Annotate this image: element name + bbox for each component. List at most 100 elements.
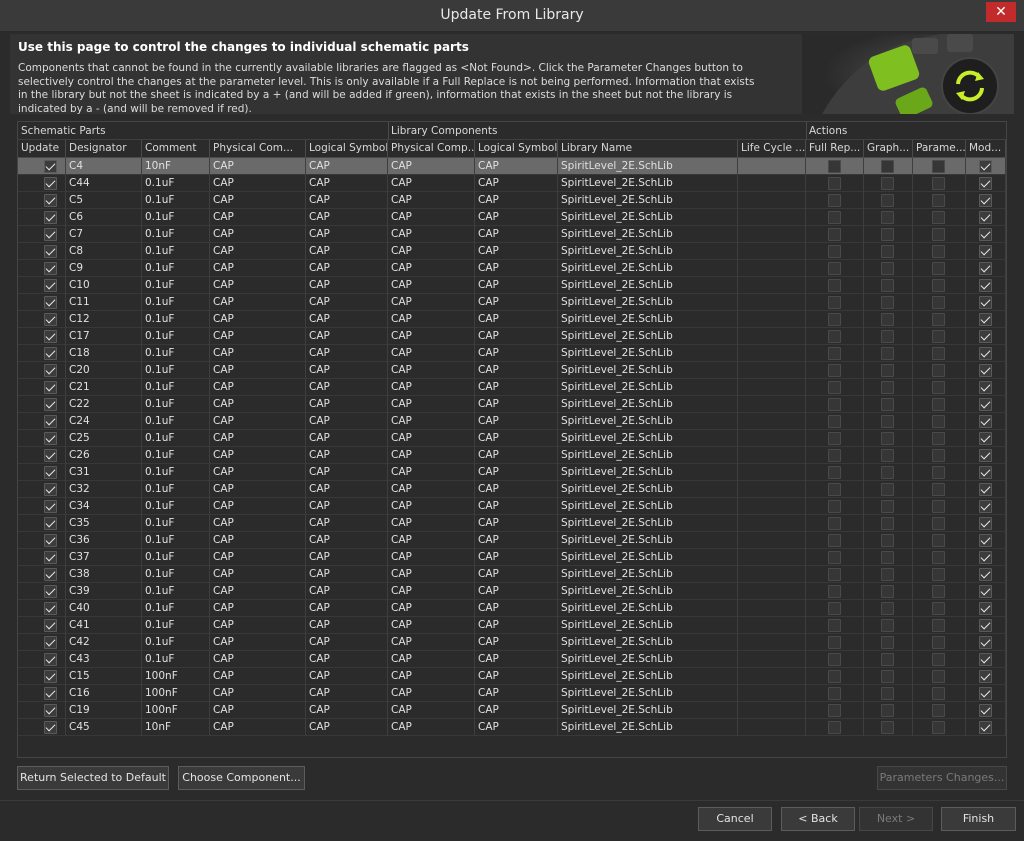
update-checkbox[interactable]	[44, 160, 57, 173]
back-button[interactable]: < Back	[781, 807, 855, 831]
graphical-checkbox[interactable]	[881, 585, 894, 598]
full-replace-checkbox[interactable]	[828, 432, 841, 445]
table-row[interactable]: C43 0.1uF CAP CAP CAP CAP SpiritLevel_2E.SchLi…	[18, 651, 1006, 668]
update-checkbox[interactable]	[44, 704, 57, 717]
modify-checkbox[interactable]	[979, 347, 992, 360]
modify-checkbox[interactable]	[979, 364, 992, 377]
modify-checkbox[interactable]	[979, 602, 992, 615]
update-checkbox[interactable]	[44, 534, 57, 547]
full-replace-checkbox[interactable]	[828, 160, 841, 173]
table-row[interactable]: C40 0.1uF CAP CAP CAP CAP SpiritLevel_2E.SchLi…	[18, 600, 1006, 617]
graphical-checkbox[interactable]	[881, 721, 894, 734]
full-replace-checkbox[interactable]	[828, 347, 841, 360]
update-checkbox[interactable]	[44, 262, 57, 275]
table-row[interactable]: C31 0.1uF CAP CAP CAP CAP SpiritLevel_2E.SchLi…	[18, 464, 1006, 481]
modify-checkbox[interactable]	[979, 228, 992, 241]
modify-checkbox[interactable]	[979, 670, 992, 683]
graphical-checkbox[interactable]	[881, 534, 894, 547]
modify-checkbox[interactable]	[979, 432, 992, 445]
modify-checkbox[interactable]	[979, 313, 992, 326]
update-checkbox[interactable]	[44, 619, 57, 632]
update-checkbox[interactable]	[44, 194, 57, 207]
update-checkbox[interactable]	[44, 636, 57, 649]
finish-button[interactable]: Finish	[941, 807, 1016, 831]
full-replace-checkbox[interactable]	[828, 721, 841, 734]
graphical-checkbox[interactable]	[881, 245, 894, 258]
parameters-checkbox[interactable]	[932, 381, 945, 394]
table-row[interactable]: C41 0.1uF CAP CAP CAP CAP SpiritLevel_2E.SchLi…	[18, 617, 1006, 634]
choose-component-button[interactable]: Choose Component...	[178, 766, 305, 790]
parameters-checkbox[interactable]	[932, 296, 945, 309]
modify-checkbox[interactable]	[979, 500, 992, 513]
update-checkbox[interactable]	[44, 296, 57, 309]
update-checkbox[interactable]	[44, 279, 57, 292]
graphical-checkbox[interactable]	[881, 483, 894, 496]
table-row[interactable]: C10 0.1uF CAP CAP CAP CAP SpiritLevel_2E.SchLi…	[18, 277, 1006, 294]
table-row[interactable]: C38 0.1uF CAP CAP CAP CAP SpiritLevel_2E.SchLi…	[18, 566, 1006, 583]
full-replace-checkbox[interactable]	[828, 500, 841, 513]
graphical-checkbox[interactable]	[881, 704, 894, 717]
graphical-checkbox[interactable]	[881, 517, 894, 530]
parameters-changes-button[interactable]: Parameters Changes...	[877, 766, 1007, 790]
update-checkbox[interactable]	[44, 449, 57, 462]
table-row[interactable]: C9 0.1uF CAP CAP CAP CAP SpiritLevel_2E.SchLib	[18, 260, 1006, 277]
full-replace-checkbox[interactable]	[828, 636, 841, 649]
graphical-checkbox[interactable]	[881, 500, 894, 513]
parameters-checkbox[interactable]	[932, 517, 945, 530]
table-row[interactable]: C36 0.1uF CAP CAP CAP CAP SpiritLevel_2E.SchLi…	[18, 532, 1006, 549]
parameters-checkbox[interactable]	[932, 551, 945, 564]
update-checkbox[interactable]	[44, 500, 57, 513]
parameters-checkbox[interactable]	[932, 415, 945, 428]
table-row[interactable]: C11 0.1uF CAP CAP CAP CAP SpiritLevel_2E.SchLi…	[18, 294, 1006, 311]
graphical-checkbox[interactable]	[881, 551, 894, 564]
modify-checkbox[interactable]	[979, 330, 992, 343]
header-col-designator[interactable]: Designator	[66, 140, 142, 158]
header-col-lib-logical-symbol[interactable]: Logical Symbol	[475, 140, 558, 158]
table-row[interactable]: C20 0.1uF CAP CAP CAP CAP SpiritLevel_2E.SchLi…	[18, 362, 1006, 379]
parameters-checkbox[interactable]	[932, 228, 945, 241]
parameters-checkbox[interactable]	[932, 432, 945, 445]
modify-checkbox[interactable]	[979, 262, 992, 275]
parameters-checkbox[interactable]	[932, 483, 945, 496]
full-replace-checkbox[interactable]	[828, 670, 841, 683]
table-row[interactable]: C25 0.1uF CAP CAP CAP CAP SpiritLevel_2E.SchLi…	[18, 430, 1006, 447]
update-checkbox[interactable]	[44, 228, 57, 241]
modify-checkbox[interactable]	[979, 517, 992, 530]
update-checkbox[interactable]	[44, 653, 57, 666]
graphical-checkbox[interactable]	[881, 687, 894, 700]
parameters-checkbox[interactable]	[932, 602, 945, 615]
parameters-checkbox[interactable]	[932, 568, 945, 581]
graphical-checkbox[interactable]	[881, 364, 894, 377]
update-checkbox[interactable]	[44, 585, 57, 598]
header-col-update[interactable]: Update	[18, 140, 66, 158]
update-checkbox[interactable]	[44, 381, 57, 394]
parameters-checkbox[interactable]	[932, 160, 945, 173]
update-checkbox[interactable]	[44, 330, 57, 343]
update-checkbox[interactable]	[44, 687, 57, 700]
graphical-checkbox[interactable]	[881, 466, 894, 479]
table-row[interactable]: C12 0.1uF CAP CAP CAP CAP SpiritLevel_2E.SchLi…	[18, 311, 1006, 328]
full-replace-checkbox[interactable]	[828, 194, 841, 207]
full-replace-checkbox[interactable]	[828, 330, 841, 343]
full-replace-checkbox[interactable]	[828, 313, 841, 326]
graphical-checkbox[interactable]	[881, 636, 894, 649]
parameters-checkbox[interactable]	[932, 534, 945, 547]
modify-checkbox[interactable]	[979, 160, 992, 173]
return-selected-to-default-button[interactable]: Return Selected to Default	[17, 766, 169, 790]
table-row[interactable]: C5 0.1uF CAP CAP CAP CAP SpiritLevel_2E.SchLib	[18, 192, 1006, 209]
header-col-logical-symbol[interactable]: Logical Symbol	[306, 140, 388, 158]
next-button[interactable]: Next >	[859, 807, 933, 831]
full-replace-checkbox[interactable]	[828, 602, 841, 615]
parameters-checkbox[interactable]	[932, 313, 945, 326]
update-checkbox[interactable]	[44, 670, 57, 683]
graphical-checkbox[interactable]	[881, 381, 894, 394]
modify-checkbox[interactable]	[979, 483, 992, 496]
parameters-checkbox[interactable]	[932, 466, 945, 479]
update-checkbox[interactable]	[44, 245, 57, 258]
graphical-checkbox[interactable]	[881, 296, 894, 309]
graphical-checkbox[interactable]	[881, 347, 894, 360]
close-button[interactable]: ✕	[986, 2, 1016, 22]
graphical-checkbox[interactable]	[881, 415, 894, 428]
full-replace-checkbox[interactable]	[828, 245, 841, 258]
table-row[interactable]: C34 0.1uF CAP CAP CAP CAP SpiritLevel_2E.SchLi…	[18, 498, 1006, 515]
